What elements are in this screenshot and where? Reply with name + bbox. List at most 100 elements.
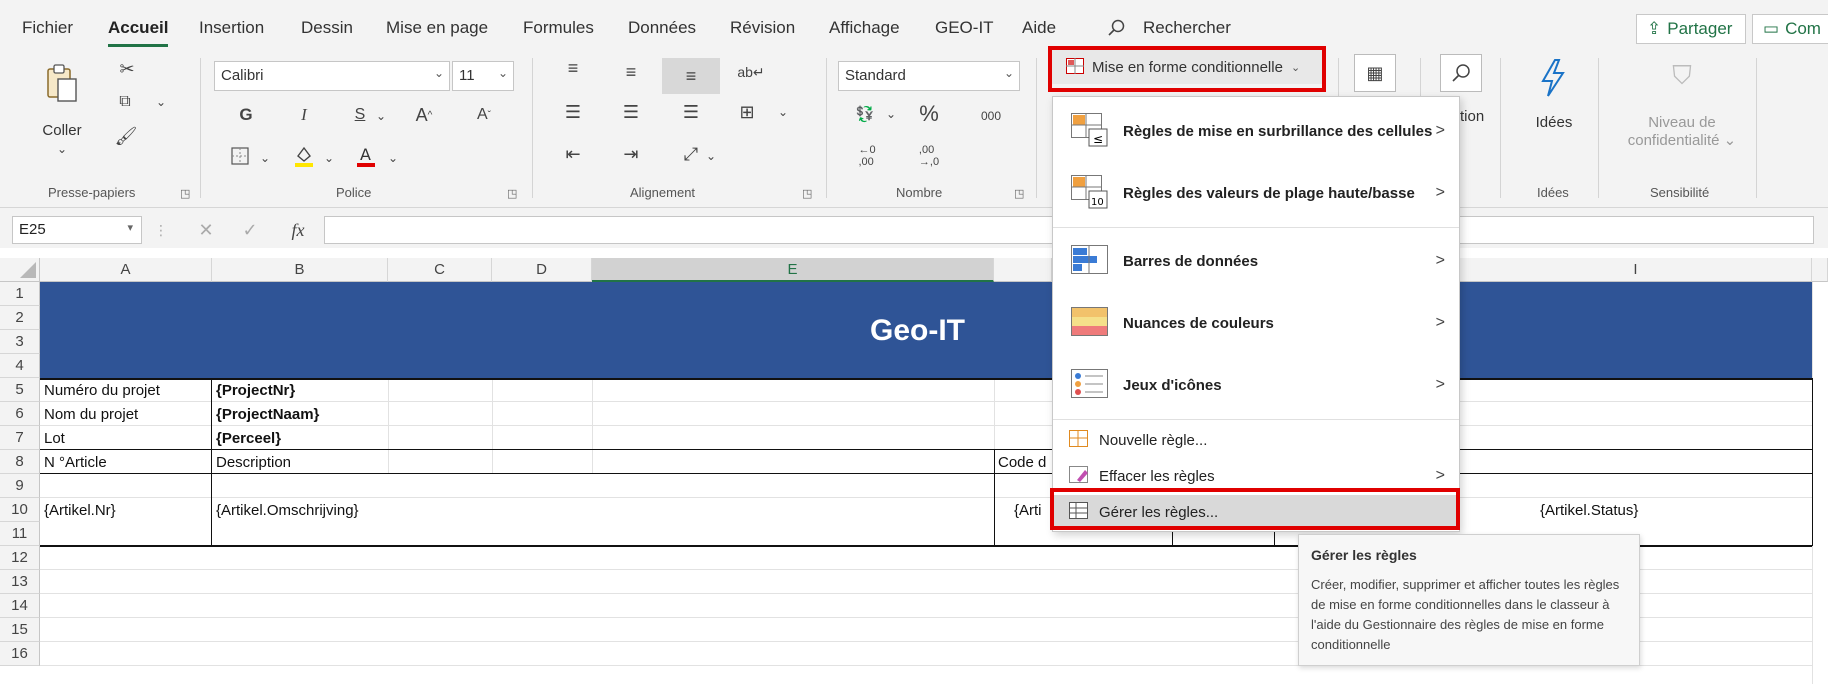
- tab-revision[interactable]: Révision: [730, 18, 795, 38]
- align-right-icon[interactable]: ☰: [678, 100, 704, 124]
- alignment-launcher-icon[interactable]: ◳: [802, 187, 812, 200]
- cell-a7[interactable]: Lot: [44, 430, 65, 447]
- row-header[interactable]: 2: [0, 306, 40, 330]
- increase-decimal-icon[interactable]: ←0,00: [852, 144, 882, 168]
- tab-insertion[interactable]: Insertion: [199, 18, 264, 38]
- underline-chevron-icon[interactable]: ⌄: [374, 106, 388, 126]
- format-cells-icon[interactable]: ▦: [1354, 54, 1396, 92]
- font-name-select[interactable]: Calibri ⌄: [214, 61, 450, 91]
- underline-button[interactable]: S: [350, 103, 370, 127]
- column-header-a[interactable]: A: [40, 258, 212, 282]
- cancel-icon[interactable]: ✕: [194, 218, 218, 242]
- orientation-icon[interactable]: ⤢: [678, 142, 704, 166]
- row-header[interactable]: 1: [0, 282, 40, 306]
- font-size-select[interactable]: 11 ⌄: [452, 61, 514, 91]
- cell-b10[interactable]: {Artikel.Omschrijving}: [216, 502, 359, 519]
- shrink-font-icon[interactable]: Aˇ: [470, 102, 498, 128]
- currency-chevron-icon[interactable]: ⌄: [884, 104, 898, 124]
- menu-item-manage-rules[interactable]: Gérer les règles...: [1053, 495, 1459, 529]
- tab-fichier[interactable]: Fichier: [22, 18, 73, 38]
- paste-label[interactable]: Coller: [38, 122, 86, 139]
- merge-chevron-icon[interactable]: ⌄: [776, 102, 790, 122]
- column-header[interactable]: [994, 258, 1052, 282]
- cell-a8[interactable]: N °Article: [44, 454, 107, 471]
- copy-chevron-icon[interactable]: ⌄: [154, 92, 168, 112]
- tab-accueil[interactable]: Accueil: [108, 18, 169, 47]
- merge-center-icon[interactable]: ⊞: [734, 100, 760, 124]
- column-header[interactable]: [1812, 258, 1828, 282]
- share-button[interactable]: ⇪ Partager: [1636, 14, 1746, 44]
- wrap-text-icon[interactable]: ab↵: [737, 60, 764, 84]
- row-header[interactable]: 12: [0, 546, 40, 570]
- enter-icon[interactable]: ✓: [238, 218, 262, 242]
- copy-icon[interactable]: ⧉: [112, 90, 138, 114]
- paste-chevron-icon[interactable]: ⌄: [52, 142, 72, 156]
- row-header[interactable]: 4: [0, 354, 40, 378]
- row-header[interactable]: 15: [0, 618, 40, 642]
- tab-dessin[interactable]: Dessin: [301, 18, 353, 38]
- tab-formules[interactable]: Formules: [523, 18, 594, 38]
- row-header[interactable]: 7: [0, 426, 40, 450]
- select-all-corner[interactable]: [0, 258, 40, 282]
- sensitivity-label[interactable]: Niveau de confidentialité ⌄: [1614, 114, 1750, 149]
- column-header-c[interactable]: C: [388, 258, 492, 282]
- percent-button[interactable]: %: [916, 100, 942, 128]
- ideas-icon[interactable]: [1538, 58, 1568, 98]
- cell-i10[interactable]: {Artikel.Status}: [1540, 502, 1638, 519]
- thousands-separator-button[interactable]: 000: [974, 104, 1008, 128]
- tab-donnees[interactable]: Données: [628, 18, 696, 38]
- comments-button[interactable]: ▭ Com: [1752, 14, 1828, 44]
- decrease-decimal-icon[interactable]: ,00 →,0: [914, 144, 944, 168]
- font-color-icon[interactable]: A: [354, 142, 378, 170]
- row-header[interactable]: 8: [0, 450, 40, 474]
- align-bottom-icon[interactable]: ≡: [662, 58, 720, 94]
- borders-icon[interactable]: [228, 144, 252, 168]
- drag-handle-icon[interactable]: ⋮: [154, 218, 168, 242]
- number-launcher-icon[interactable]: ◳: [1014, 187, 1024, 200]
- align-center-icon[interactable]: ☰: [618, 100, 644, 124]
- editing-partial-label[interactable]: tion: [1460, 108, 1484, 125]
- row-header[interactable]: 6: [0, 402, 40, 426]
- clipboard-launcher-icon[interactable]: ◳: [180, 187, 190, 200]
- cell-a6[interactable]: Nom du projet: [44, 406, 138, 423]
- format-painter-icon[interactable]: 🖌: [114, 124, 138, 148]
- menu-item-icon-sets[interactable]: Jeux d'icônes >: [1053, 355, 1459, 415]
- menu-item-highlight-rules[interactable]: ≤ Règles de mise en surbrillance des cel…: [1053, 101, 1459, 161]
- find-select-icon[interactable]: [1440, 54, 1482, 92]
- align-middle-icon[interactable]: ≡: [618, 60, 644, 84]
- grow-font-icon[interactable]: A ^: [410, 102, 438, 128]
- menu-item-top-bottom-rules[interactable]: 10 Règles des valeurs de plage haute/bas…: [1053, 163, 1459, 223]
- row-header[interactable]: 10: [0, 498, 40, 522]
- align-top-icon[interactable]: ≡: [560, 56, 586, 80]
- decrease-indent-icon[interactable]: ⇤: [560, 142, 586, 166]
- menu-item-clear-rules[interactable]: Effacer les règles >: [1053, 459, 1459, 493]
- cell-b5[interactable]: {ProjectNr}: [216, 382, 295, 399]
- cell-code-header[interactable]: Code d: [998, 454, 1046, 471]
- paste-icon[interactable]: [42, 62, 82, 104]
- name-box[interactable]: E25 ▾: [12, 216, 142, 244]
- insert-function-button[interactable]: fx: [284, 216, 312, 244]
- ideas-label[interactable]: Idées: [1530, 114, 1578, 131]
- row-header[interactable]: 14: [0, 594, 40, 618]
- search-icon[interactable]: [1104, 16, 1128, 40]
- menu-item-data-bars[interactable]: Barres de données >: [1053, 231, 1459, 291]
- cell-a10[interactable]: {Artikel.Nr}: [44, 502, 116, 519]
- currency-icon[interactable]: 💱: [852, 102, 878, 126]
- borders-chevron-icon[interactable]: ⌄: [258, 148, 272, 168]
- font-launcher-icon[interactable]: ◳: [507, 187, 517, 200]
- row-header[interactable]: 13: [0, 570, 40, 594]
- cell-a5[interactable]: Numéro du projet: [44, 382, 160, 399]
- fill-color-icon[interactable]: [292, 142, 316, 170]
- cut-icon[interactable]: ✂: [116, 58, 138, 80]
- menu-item-color-scales[interactable]: Nuances de couleurs >: [1053, 293, 1459, 353]
- column-header-i[interactable]: I: [1460, 258, 1812, 282]
- conditional-formatting-button[interactable]: Mise en forme conditionnelle ⌄: [1052, 50, 1322, 84]
- orientation-chevron-icon[interactable]: ⌄: [704, 146, 718, 166]
- bold-button[interactable]: G: [236, 103, 256, 127]
- row-header[interactable]: 16: [0, 642, 40, 666]
- sensitivity-icon[interactable]: ⛉: [1664, 58, 1700, 94]
- font-color-chevron-icon[interactable]: ⌄: [386, 148, 400, 168]
- cell-b7[interactable]: {Perceel}: [216, 430, 281, 447]
- row-header[interactable]: 3: [0, 330, 40, 354]
- tab-aide[interactable]: Aide: [1022, 18, 1056, 38]
